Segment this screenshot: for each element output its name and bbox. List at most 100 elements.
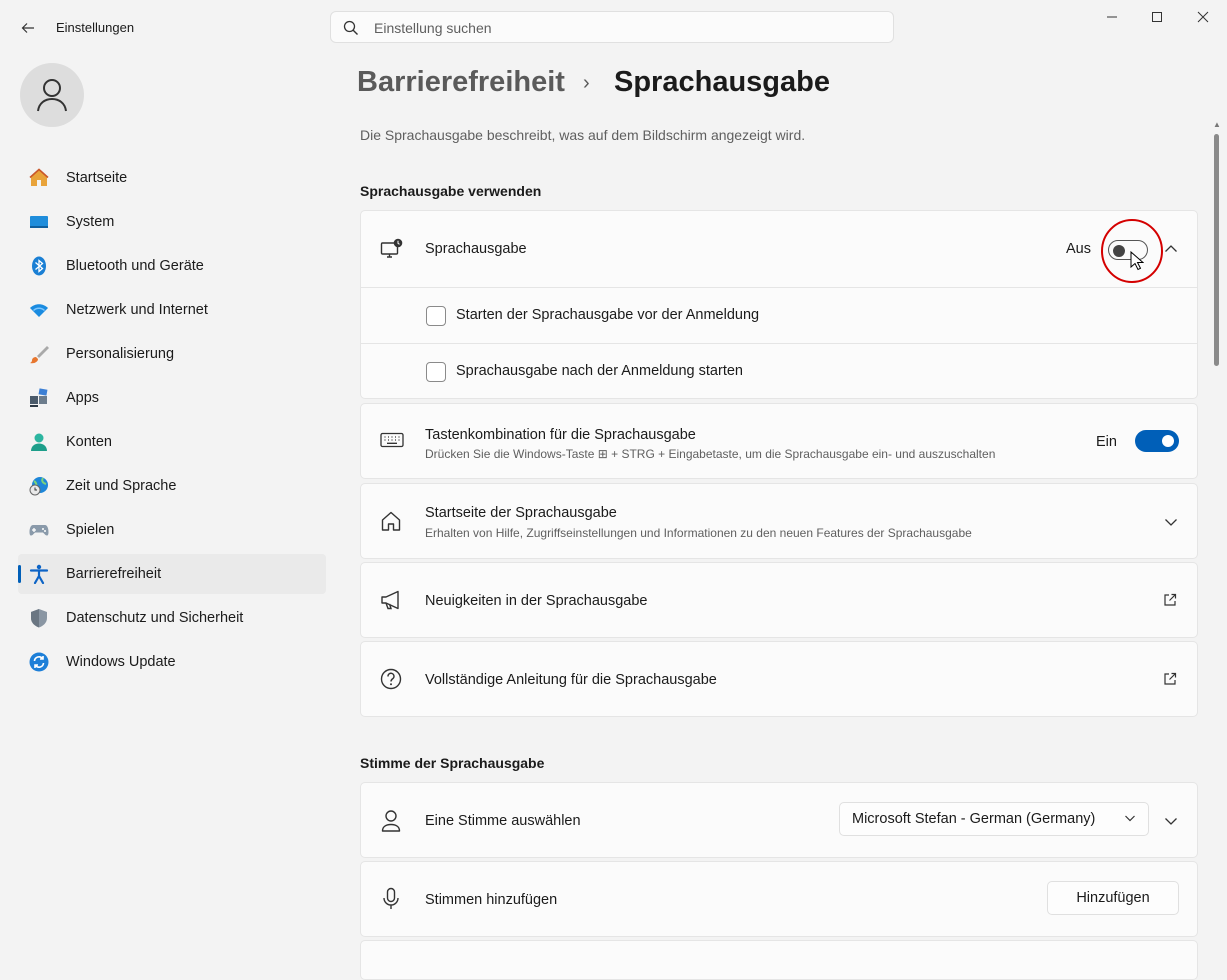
sidebar-item-label: Bluetooth und Geräte	[66, 258, 204, 274]
breadcrumb-separator: ›	[583, 72, 590, 94]
sidebar-item-label: Windows Update	[66, 654, 176, 670]
section-heading-use: Sprachausgabe verwenden	[360, 183, 542, 199]
voice-dropdown[interactable]: Microsoft Stefan - German (Germany)	[839, 802, 1149, 836]
mouse-cursor-icon	[1130, 251, 1144, 271]
shield-icon	[31, 609, 47, 628]
scroll-up-arrow-icon[interactable]: ▲	[1213, 120, 1221, 129]
maximize-icon	[1152, 12, 1162, 22]
update-icon	[29, 652, 49, 672]
back-button[interactable]	[14, 16, 42, 40]
narrator-home-title: Startseite der Sprachausgabe	[425, 505, 617, 521]
narrator-state: Aus	[1066, 241, 1091, 257]
bluetooth-icon	[32, 256, 46, 276]
narrator-card: Sprachausgabe Aus Starten der Sprachausg…	[360, 210, 1198, 399]
keyboard-icon	[380, 432, 404, 448]
narrator-guide-title: Vollständige Anleitung für die Sprachaus…	[425, 672, 717, 688]
home-icon	[29, 168, 49, 186]
collapse-chevron-icon[interactable]	[1164, 244, 1178, 254]
help-icon	[380, 668, 402, 690]
close-button[interactable]	[1188, 6, 1218, 28]
sidebar-item-zeit-sprache[interactable]: Zeit und Sprache	[18, 466, 326, 506]
maximize-button[interactable]	[1142, 6, 1172, 28]
close-icon	[1197, 11, 1209, 23]
checkbox-after-login-label: Sprachausgabe nach der Anmeldung starten	[456, 363, 743, 379]
expand-chevron-icon[interactable]	[1164, 517, 1178, 527]
external-link-icon[interactable]	[1163, 672, 1177, 686]
narrator-home-subtitle: Erhalten von Hilfe, Zugriffseinstellunge…	[425, 526, 972, 540]
minimize-button[interactable]	[1097, 6, 1127, 28]
page-description: Die Sprachausgabe beschreibt, was auf de…	[360, 127, 806, 143]
sidebar-item-label: Datenschutz und Sicherheit	[66, 610, 244, 626]
sidebar-item-label: Netzwerk und Internet	[66, 302, 208, 318]
app-title: Einstellungen	[56, 20, 135, 35]
add-voice-button[interactable]: Hinzufügen	[1047, 881, 1179, 915]
scrollbar[interactable]: ▲	[1211, 120, 1225, 966]
checkbox-before-login[interactable]	[426, 306, 446, 326]
active-indicator	[18, 565, 21, 583]
brush-icon	[30, 346, 49, 364]
breadcrumb-parent[interactable]: Barrierefreiheit	[357, 66, 565, 99]
title-bar: Einstellungen Einstellung suchen	[0, 0, 1227, 56]
divider	[361, 287, 1197, 288]
accessibility-icon	[29, 564, 49, 584]
sidebar-item-spielen[interactable]: Spielen	[18, 510, 326, 550]
sidebar-item-personalisierung[interactable]: Personalisierung	[18, 334, 326, 374]
external-link-icon[interactable]	[1163, 593, 1177, 607]
microphone-icon	[383, 887, 399, 909]
time-language-icon	[29, 477, 48, 496]
search-placeholder: Einstellung suchen	[374, 20, 492, 36]
narrator-row[interactable]: Sprachausgabe Aus	[361, 211, 1197, 287]
system-icon	[30, 216, 48, 228]
sidebar-item-netzwerk[interactable]: Netzwerk und Internet	[18, 290, 326, 330]
voice-card: Eine Stimme auswählen Microsoft Stefan -…	[360, 782, 1198, 858]
sidebar-item-datenschutz[interactable]: Datenschutz und Sicherheit	[18, 598, 326, 638]
checkbox-before-login-label: Starten der Sprachausgabe vor der Anmeld…	[456, 307, 760, 323]
sidebar-item-label: Barrierefreiheit	[66, 566, 162, 582]
chevron-down-icon	[1125, 815, 1135, 822]
toggle-knob	[1162, 435, 1174, 447]
voice-title: Eine Stimme auswählen	[425, 813, 581, 829]
sidebar-item-label: System	[66, 214, 115, 230]
scrollbar-thumb[interactable]	[1214, 134, 1219, 366]
search-box[interactable]: Einstellung suchen	[330, 11, 894, 43]
narrator-news-card[interactable]: Neuigkeiten in der Sprachausgabe	[360, 562, 1198, 638]
narrator-title: Sprachausgabe	[425, 241, 527, 257]
home-outline-icon	[381, 511, 401, 531]
section-heading-voice: Stimme der Sprachausgabe	[360, 755, 545, 771]
narrator-news-title: Neuigkeiten in der Sprachausgabe	[425, 593, 648, 609]
sidebar-item-konten[interactable]: Konten	[18, 422, 326, 462]
voice-dropdown-value: Microsoft Stefan - German (Germany)	[852, 811, 1096, 827]
sidebar-item-startseite[interactable]: Startseite	[18, 158, 326, 198]
back-arrow-icon	[21, 23, 34, 33]
sidebar-item-label: Zeit und Sprache	[66, 478, 177, 494]
sidebar-item-barrierefreiheit[interactable]: Barrierefreiheit	[18, 554, 326, 594]
page-title: Sprachausgabe	[614, 66, 830, 98]
sidebar-item-label: Konten	[66, 434, 112, 450]
user-icon	[37, 79, 67, 112]
shortcut-card: Tastenkombination für die Sprachausgabe …	[360, 403, 1198, 479]
narrator-home-card[interactable]: Startseite der Sprachausgabe Erhalten vo…	[360, 483, 1198, 559]
avatar[interactable]	[20, 63, 84, 127]
narrator-guide-card[interactable]: Vollständige Anleitung für die Sprachaus…	[360, 641, 1198, 717]
next-card-partial	[360, 940, 1198, 980]
account-icon	[31, 433, 47, 451]
shortcut-title: Tastenkombination für die Sprachausgabe	[425, 427, 696, 443]
sidebar-item-label: Apps	[66, 390, 100, 406]
sidebar-item-label: Personalisierung	[66, 346, 175, 362]
sidebar-item-label: Spielen	[66, 522, 115, 538]
sidebar-item-windows-update[interactable]: Windows Update	[18, 642, 326, 682]
wifi-icon	[30, 304, 48, 317]
sidebar-item-label: Startseite	[66, 170, 128, 186]
sidebar-item-bluetooth[interactable]: Bluetooth und Geräte	[18, 246, 326, 286]
shortcut-toggle[interactable]	[1135, 430, 1179, 452]
narrator-icon	[380, 238, 403, 258]
sidebar-item-apps[interactable]: Apps	[18, 378, 326, 418]
person-icon	[381, 810, 401, 832]
expand-chevron-icon[interactable]	[1164, 816, 1178, 826]
sidebar-item-system[interactable]: System	[18, 202, 326, 242]
add-voices-title: Stimmen hinzufügen	[425, 892, 558, 908]
shortcut-subtitle: Drücken Sie die Windows-Taste ⊞ + STRG +…	[425, 447, 996, 461]
checkbox-after-login[interactable]	[426, 362, 446, 382]
gamepad-icon	[29, 525, 49, 536]
shortcut-state: Ein	[1096, 434, 1117, 450]
